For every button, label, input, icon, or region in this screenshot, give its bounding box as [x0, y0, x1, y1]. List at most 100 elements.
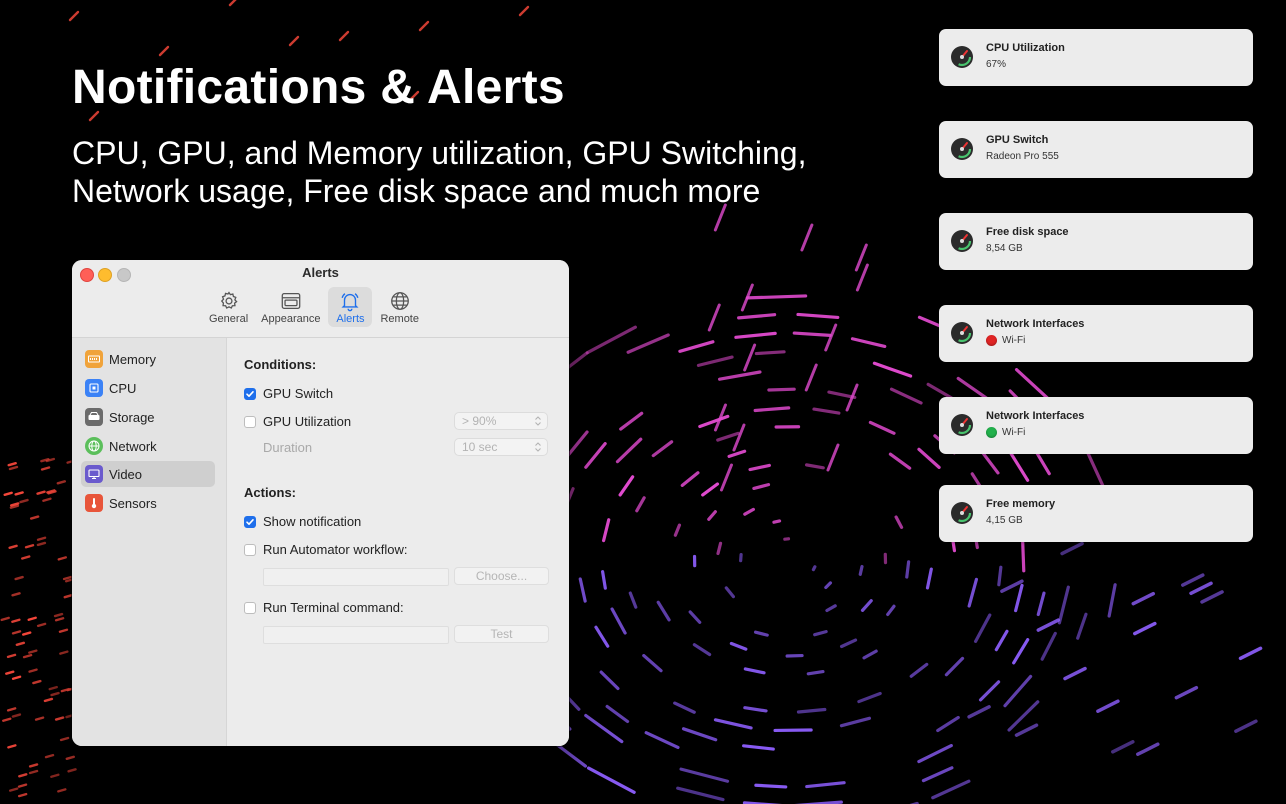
notification-value: Radeon Pro 555 — [986, 151, 1059, 162]
show-notification-row: Show notification — [244, 514, 361, 529]
sidebar-item-cpu[interactable]: CPU — [81, 375, 215, 401]
gpu-switch-label: GPU Switch — [263, 386, 334, 401]
run-terminal-row: Run Terminal command: — [244, 600, 404, 615]
notification-value: Wi-Fi — [1002, 427, 1026, 438]
notification-value: 8,54 GB — [986, 243, 1023, 254]
window-title: Alerts — [302, 265, 339, 280]
notification-body: 4,15 GB — [986, 515, 1023, 526]
sidebar-item-memory[interactable]: Memory — [81, 346, 215, 372]
run-automator-label: Run Automator workflow: — [263, 542, 408, 557]
display-icon — [85, 465, 103, 483]
test-command-button[interactable]: Test — [454, 625, 549, 643]
hero-title: Notifications & Alerts — [72, 61, 565, 114]
gpu-utilization-label: GPU Utilization — [263, 414, 352, 429]
gauge-icon — [951, 414, 973, 436]
conditions-heading: Conditions: — [244, 357, 317, 372]
alerts-settings-panel: Conditions: GPU Switch GPU Utilization >… — [227, 338, 569, 746]
up-down-chevron-icon — [535, 416, 541, 426]
tab-general[interactable]: General — [204, 287, 253, 327]
notification-value: 4,15 GB — [986, 515, 1023, 526]
notification-body: Wi-Fi — [986, 335, 1025, 346]
run-terminal-label: Run Terminal command: — [263, 600, 404, 615]
notification-cpu-utilization[interactable]: CPU Utilization 67% — [939, 29, 1253, 86]
checkmark-icon — [246, 518, 254, 525]
storage-icon — [85, 408, 103, 426]
sidebar-item-label: Sensors — [109, 495, 157, 511]
sidebar-item-video[interactable]: Video — [81, 461, 215, 487]
hero-subtitle: CPU, GPU, and Memory utilization, GPU Sw… — [72, 134, 806, 210]
sidebar-item-sensors[interactable]: Sensors — [81, 490, 215, 516]
tab-remote[interactable]: Remote — [375, 287, 424, 327]
gpu-switch-checkbox[interactable] — [244, 387, 256, 400]
gpu-utilization-threshold-value: > 90% — [462, 414, 497, 428]
sidebar-item-label: Memory — [109, 351, 156, 367]
notification-body: 8,54 GB — [986, 243, 1023, 254]
gpu-utilization-threshold-select[interactable]: > 90% — [454, 412, 548, 430]
run-automator-row: Run Automator workflow: — [244, 542, 408, 557]
gauge-icon — [951, 46, 973, 68]
gpu-switch-row: GPU Switch — [244, 386, 333, 401]
gauge-icon — [951, 138, 973, 160]
gauge-icon — [951, 502, 973, 524]
thermometer-icon — [85, 494, 103, 512]
notification-title: Network Interfaces — [986, 410, 1085, 422]
window-titlebar: Alerts General Appearance Alerts Remote — [72, 260, 569, 338]
up-down-chevron-icon — [535, 442, 541, 452]
run-terminal-checkbox[interactable] — [244, 601, 256, 614]
tab-appearance-label: Appearance — [261, 313, 321, 325]
choose-workflow-button[interactable]: Choose... — [454, 567, 549, 585]
duration-select[interactable]: 10 sec — [454, 438, 548, 456]
sidebar-item-storage[interactable]: Storage — [81, 404, 215, 430]
gear-icon — [220, 291, 238, 309]
window-icon — [281, 293, 301, 309]
notification-free-disk-space[interactable]: Free disk space 8,54 GB — [939, 213, 1253, 270]
notification-title: Network Interfaces — [986, 318, 1085, 330]
hero-subtitle-line-1: CPU, GPU, and Memory utilization, GPU Sw… — [72, 135, 807, 171]
sidebar-item-label: CPU — [109, 380, 137, 396]
notification-network-up[interactable]: Network Interfaces Wi-Fi — [939, 397, 1253, 454]
alerts-window: Alerts General Appearance Alerts Remote — [72, 260, 569, 746]
hero-subtitle-line-2: Network usage, Free disk space and much … — [72, 173, 761, 209]
tab-general-label: General — [209, 313, 249, 325]
cpu-icon — [85, 379, 103, 397]
tab-appearance[interactable]: Appearance — [256, 287, 325, 327]
sidebar-item-network[interactable]: Network — [81, 433, 215, 459]
sidebar-item-label: Network — [109, 438, 157, 454]
show-notification-label: Show notification — [263, 514, 362, 529]
terminal-command-field[interactable] — [263, 626, 449, 644]
network-icon — [85, 437, 103, 455]
notification-title: CPU Utilization — [986, 42, 1065, 54]
globe-icon — [390, 292, 409, 310]
duration-label: Duration — [263, 440, 313, 455]
tab-alerts-label: Alerts — [336, 313, 365, 325]
notification-value: 67% — [986, 59, 1007, 70]
actions-heading: Actions: — [244, 485, 296, 500]
sidebar-item-label: Storage — [109, 409, 155, 425]
notification-title: GPU Switch — [986, 134, 1049, 146]
sidebar: Memory CPU Storage Network Video Sensors — [72, 338, 227, 746]
notification-value: Wi-Fi — [1002, 335, 1026, 346]
show-notification-checkbox[interactable] — [244, 515, 256, 528]
gauge-icon — [951, 230, 973, 252]
duration-value: 10 sec — [462, 440, 498, 454]
notification-free-memory[interactable]: Free memory 4,15 GB — [939, 485, 1253, 542]
notification-body: Wi-Fi — [986, 427, 1025, 438]
checkmark-icon — [246, 390, 254, 397]
automator-workflow-path-field[interactable] — [263, 568, 449, 586]
gpu-utilization-checkbox[interactable] — [244, 415, 256, 428]
preferences-toolbar: General Appearance Alerts Remote — [204, 287, 424, 329]
gauge-icon — [951, 322, 973, 344]
sidebar-item-label: Video — [109, 466, 143, 482]
notification-body: Radeon Pro 555 — [986, 151, 1059, 162]
bell-icon — [341, 293, 360, 312]
status-red-dot-icon — [986, 335, 997, 346]
notification-title: Free memory — [986, 498, 1056, 510]
gpu-utilization-row: GPU Utilization — [244, 414, 351, 429]
notification-gpu-switch[interactable]: GPU Switch Radeon Pro 555 — [939, 121, 1253, 178]
status-green-dot-icon — [986, 427, 997, 438]
memory-icon — [85, 350, 103, 368]
notification-title: Free disk space — [986, 226, 1069, 238]
run-automator-checkbox[interactable] — [244, 543, 256, 556]
tab-alerts[interactable]: Alerts — [328, 287, 373, 327]
notification-network-down[interactable]: Network Interfaces Wi-Fi — [939, 305, 1253, 362]
